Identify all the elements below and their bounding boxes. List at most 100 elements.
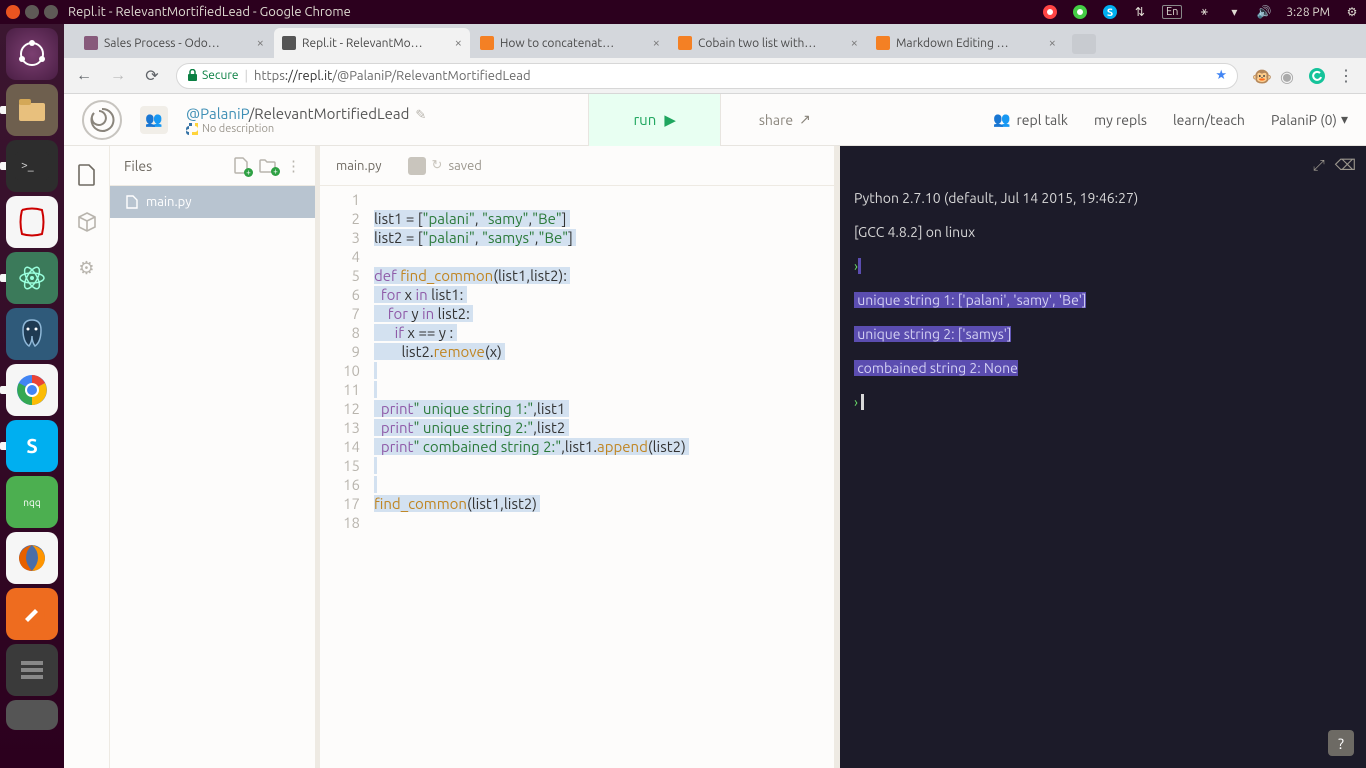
chrome-launcher-icon[interactable] bbox=[6, 364, 58, 416]
editor-tabs: main.py ↻saved bbox=[320, 146, 834, 186]
user-avatar[interactable]: 👥 bbox=[140, 106, 168, 134]
tab-label: Markdown Editing … bbox=[896, 37, 1009, 50]
nav-links: 👥repl talk my repls learn/teach PalaniP … bbox=[993, 111, 1348, 128]
reload-icon[interactable]: ⟳ bbox=[142, 66, 162, 85]
play-icon: ▶ bbox=[664, 111, 676, 129]
updown-icon[interactable]: ⇅ bbox=[1132, 4, 1148, 20]
terminal-launcher-icon[interactable]: >_ bbox=[6, 140, 58, 192]
file-item[interactable]: main.py bbox=[110, 186, 315, 218]
firefox-launcher-icon[interactable] bbox=[6, 532, 58, 584]
skype-launcher-icon[interactable]: S bbox=[6, 420, 58, 472]
files-icon[interactable] bbox=[77, 164, 97, 186]
profile-menu[interactable]: PalaniP (0)▾ bbox=[1271, 111, 1348, 128]
expand-icon[interactable]: ⤢ bbox=[1313, 156, 1325, 173]
my-repls-link[interactable]: my repls bbox=[1094, 112, 1147, 128]
forward-icon: → bbox=[108, 66, 128, 85]
code-content[interactable]: list1 = ["palani", "samy","Be"] list2 = … bbox=[370, 186, 834, 768]
menu-icon[interactable]: ⋮ bbox=[1336, 66, 1356, 85]
tab-label: Cobain two list with… bbox=[698, 37, 816, 50]
chrome-tray-icon-2[interactable] bbox=[1072, 4, 1088, 20]
browser-tab[interactable]: How to concatenat… × bbox=[472, 28, 668, 58]
repl-header: 👥 @PalaniP/RelevantMortifiedLead✎ No des… bbox=[64, 94, 1366, 146]
tab-strip: Sales Process - Odo… × Repl.it - Relevant… bbox=[64, 24, 1366, 58]
files-header: Files + + ⋮ bbox=[110, 146, 315, 186]
chrome-tray-icon[interactable] bbox=[1042, 4, 1058, 20]
close-icon[interactable]: × bbox=[257, 36, 264, 50]
settings-icon[interactable]: ⚙ bbox=[78, 258, 94, 279]
chevron-down-icon: ▾ bbox=[1341, 111, 1348, 128]
refresh-icon: ↻ bbox=[432, 158, 443, 173]
help-button[interactable]: ? bbox=[1328, 730, 1354, 756]
pdf-launcher-icon[interactable] bbox=[6, 196, 58, 248]
file-icon bbox=[126, 195, 138, 209]
browser-tab[interactable]: Cobain two list with… × bbox=[670, 28, 866, 58]
save-status: ↻saved bbox=[408, 157, 482, 175]
window-maximize-button[interactable] bbox=[44, 5, 58, 19]
tab-label: How to concatenat… bbox=[500, 37, 614, 50]
ext-icon[interactable]: ◉ bbox=[1280, 67, 1298, 85]
files-launcher-icon[interactable] bbox=[6, 84, 58, 136]
replit-logo[interactable] bbox=[82, 100, 122, 140]
editor-tab[interactable]: main.py bbox=[336, 159, 382, 173]
window-title: Repl.it - RelevantMortifiedLead - Google… bbox=[68, 5, 351, 19]
clock[interactable]: 3:28 PM bbox=[1286, 6, 1330, 19]
keyboard-lang[interactable]: En bbox=[1162, 5, 1182, 19]
new-file-icon[interactable]: + bbox=[234, 157, 249, 174]
ubuntu-menubar: Repl.it - RelevantMortifiedLead - Google… bbox=[0, 0, 1366, 24]
new-tab-button[interactable] bbox=[1072, 34, 1096, 54]
window-controls bbox=[6, 5, 58, 19]
svg-text:S: S bbox=[1107, 7, 1113, 19]
packages-icon[interactable] bbox=[77, 212, 97, 232]
bookmark-icon[interactable]: ★ bbox=[1215, 68, 1227, 83]
editor: main.py ↻saved 1234567891011121314151617… bbox=[320, 146, 840, 768]
network-icon[interactable]: ▾ bbox=[1226, 4, 1242, 20]
browser-tab[interactable]: Markdown Editing … × bbox=[868, 28, 1064, 58]
tab-label: Sales Process - Odo… bbox=[104, 37, 220, 50]
postgres-launcher-icon[interactable] bbox=[6, 308, 58, 360]
replit-app: 👥 @PalaniP/RelevantMortifiedLead✎ No des… bbox=[64, 94, 1366, 768]
share-icon: ↗ bbox=[799, 111, 811, 128]
edit-icon[interactable]: ✎ bbox=[415, 108, 426, 122]
terminal[interactable]: ⤢ ⌫ Python 2.7.10 (default, Jul 14 2015,… bbox=[840, 146, 1366, 768]
window-minimize-button[interactable] bbox=[25, 5, 39, 19]
window-close-button[interactable] bbox=[6, 5, 20, 19]
close-icon[interactable]: × bbox=[653, 36, 660, 50]
clear-icon[interactable]: ⌫ bbox=[1335, 156, 1356, 173]
close-icon[interactable]: × bbox=[851, 36, 858, 50]
dash-icon[interactable] bbox=[6, 28, 58, 80]
tab-label: Repl.it - RelevantMo… bbox=[302, 37, 423, 50]
description: No description bbox=[186, 123, 426, 135]
browser-tab[interactable]: Repl.it - RelevantMo… × bbox=[274, 28, 470, 58]
code-editor[interactable]: 123456789101112131415161718 list1 = ["pa… bbox=[320, 186, 834, 768]
repl-body: ⚙ Files + + ⋮ main.py main.py ↻sa bbox=[64, 146, 1366, 768]
more-icon[interactable]: ⋮ bbox=[286, 157, 301, 175]
close-icon[interactable]: × bbox=[1049, 36, 1056, 50]
kdenlive-launcher-icon[interactable] bbox=[6, 644, 58, 696]
files-label: Files bbox=[124, 158, 152, 174]
address-bar: ← → ⟳ Secure | https://repl.it/@PalaniP/… bbox=[64, 58, 1366, 94]
svg-text:S: S bbox=[26, 434, 37, 457]
volume-icon[interactable]: 🔊 bbox=[1256, 4, 1272, 20]
back-icon[interactable]: ← bbox=[74, 66, 94, 85]
file-name: main.py bbox=[146, 195, 192, 209]
grammarly-icon[interactable] bbox=[1308, 67, 1326, 85]
people-icon: 👥 bbox=[993, 111, 1010, 128]
line-gutter: 123456789101112131415161718 bbox=[320, 186, 370, 768]
new-folder-icon[interactable]: + bbox=[259, 159, 276, 173]
close-icon[interactable]: × bbox=[455, 36, 462, 50]
atom-launcher-icon[interactable] bbox=[6, 252, 58, 304]
bluetooth-icon[interactable]: ⚹ bbox=[1196, 4, 1212, 20]
learn-link[interactable]: learn/teach bbox=[1173, 112, 1245, 128]
share-button[interactable]: share↗ bbox=[739, 111, 831, 128]
omnibox[interactable]: Secure | https://repl.it/@PalaniP/Releva… bbox=[176, 63, 1238, 89]
run-button[interactable]: run▶ bbox=[588, 94, 720, 146]
session-icon[interactable]: ⚙ bbox=[1344, 4, 1360, 20]
archive-launcher-icon[interactable] bbox=[6, 700, 58, 730]
browser-tab[interactable]: Sales Process - Odo… × bbox=[76, 28, 272, 58]
nqq-launcher-icon[interactable]: nqq bbox=[6, 476, 58, 528]
repl-talk-link[interactable]: 👥repl talk bbox=[993, 111, 1068, 128]
ext-icon[interactable]: 🐵 bbox=[1252, 67, 1270, 85]
skype-tray-icon[interactable]: S bbox=[1102, 4, 1118, 20]
postman-launcher-icon[interactable] bbox=[6, 588, 58, 640]
svg-text:>_: >_ bbox=[21, 159, 34, 172]
